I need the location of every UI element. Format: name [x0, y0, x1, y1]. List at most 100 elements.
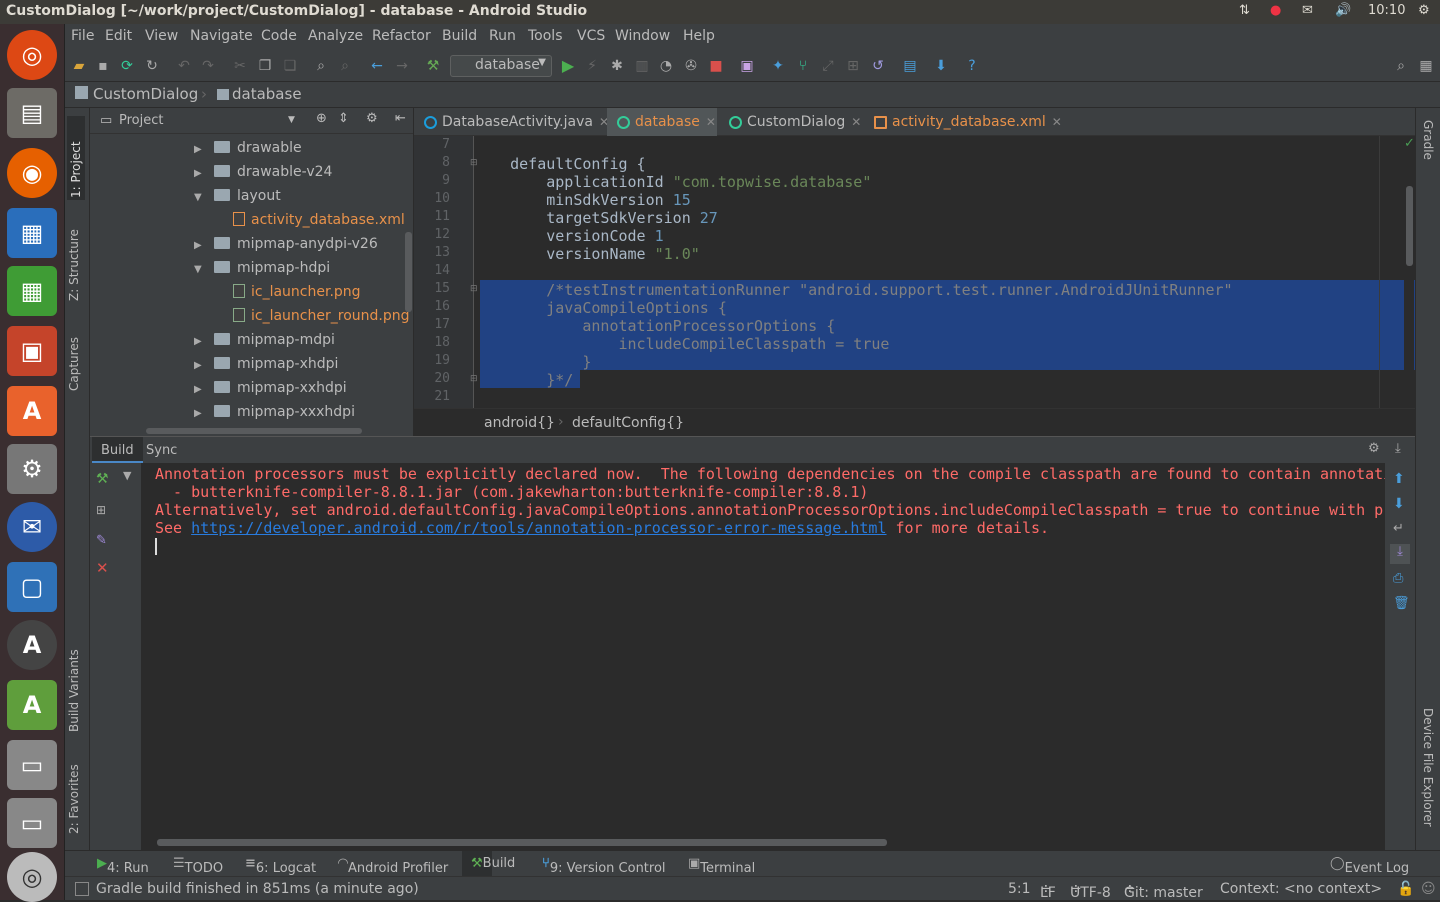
hide-panel-icon[interactable]: ⤓ — [1395, 441, 1401, 456]
status-message[interactable]: Gradle build finished in 851ms (a minute… — [96, 881, 419, 897]
tool-tab-device-file-explorer[interactable]: Device File Explorer — [1421, 708, 1435, 827]
collapse-icon[interactable]: ⇕ — [338, 111, 349, 126]
menu-build[interactable]: Build — [442, 28, 477, 44]
tool-tab-build-variants[interactable]: Build Variants — [67, 632, 81, 732]
tree-item[interactable]: activity_database.xml — [233, 212, 405, 236]
cut-icon[interactable]: ✂ — [231, 57, 249, 75]
stop-icon[interactable]: ■ — [707, 57, 725, 75]
removable-drive-2-icon[interactable]: ▭ — [7, 798, 57, 848]
menu-help[interactable]: Help — [683, 28, 715, 44]
tool-todo[interactable]: ☰ TODO — [173, 856, 223, 876]
file-encoding[interactable]: UTF-8 ÷ — [1070, 881, 1111, 901]
line-separator[interactable]: LF ÷ — [1040, 881, 1056, 901]
pin-icon[interactable]: ⤢ — [819, 57, 837, 75]
menu-refactor[interactable]: Refactor — [372, 28, 431, 44]
tool-run[interactable]: ▶ 4: Run — [97, 856, 149, 876]
project-view-select[interactable]: Project — [119, 113, 163, 128]
tree-item[interactable]: ▶ mipmap-xhdpi — [194, 356, 338, 380]
calc-icon[interactable]: ▦ — [7, 266, 57, 316]
make-hammer-icon[interactable]: ⚒ — [424, 57, 442, 75]
close-icon[interactable]: ✕ — [851, 115, 861, 129]
scroll-to-end-icon[interactable]: ⤓ — [1390, 544, 1410, 564]
sidebar-toggle-icon[interactable]: ▦ — [1417, 57, 1435, 75]
inspection-ok-icon[interactable]: ✓ — [1404, 136, 1415, 151]
structure-icon[interactable]: ⊞ — [844, 57, 862, 75]
profile-icon[interactable]: ◔ — [657, 57, 675, 75]
help-icon[interactable]: ? — [963, 57, 981, 75]
code-area[interactable]: defaultConfig { applicationId "com.topwi… — [474, 136, 1415, 408]
system-settings-icon[interactable]: ⚙ — [7, 444, 57, 494]
replace-icon[interactable]: ⌕ — [336, 57, 354, 75]
tab-custom-dialog[interactable]: CustomDialog ✕ — [719, 108, 864, 136]
menu-file[interactable]: File — [71, 28, 94, 44]
breadcrumb-project[interactable]: CustomDialog — [93, 85, 198, 103]
tool-tab-gradle[interactable]: Gradle — [1421, 120, 1435, 160]
input-method-icon[interactable]: ● — [1270, 3, 1281, 18]
disc-icon[interactable]: ◎ — [7, 852, 57, 902]
sync-icon[interactable]: ⟳ — [118, 57, 136, 75]
tree-item[interactable]: ic_launcher_round.png — [233, 308, 409, 332]
caret-position[interactable]: 5:1 — [1008, 881, 1031, 897]
refresh-icon[interactable]: ↻ — [143, 57, 161, 75]
back-icon[interactable]: ← — [368, 57, 386, 75]
project-horizontal-scrollbar[interactable] — [146, 428, 362, 434]
menu-code[interactable]: Code — [261, 28, 297, 44]
volume-icon[interactable]: 🔊 — [1335, 3, 1351, 18]
menu-run[interactable]: Run — [489, 28, 516, 44]
software-center-icon[interactable]: A — [7, 386, 57, 436]
sdk-manager-icon[interactable]: ⬇ — [932, 57, 950, 75]
breadcrumb-module[interactable]: database — [232, 85, 302, 103]
output-horizontal-scrollbar[interactable] — [157, 839, 887, 846]
virtualbox-icon[interactable]: ▢ — [7, 562, 57, 612]
clock[interactable]: 10:10 — [1368, 3, 1405, 18]
panel-settings-icon[interactable]: ⚙ — [1368, 441, 1380, 456]
tab-database-activity-java[interactable]: DatabaseActivity.java ✕ — [414, 108, 609, 136]
tree-item[interactable]: ▶ mipmap-anydpi-v26 — [194, 236, 378, 260]
attach-process-icon[interactable]: ✦ — [769, 57, 787, 75]
open-folder-icon[interactable]: ▰ — [70, 57, 88, 75]
print-icon[interactable]: ⎙ — [1393, 571, 1403, 586]
undo-icon[interactable]: ↶ — [175, 57, 193, 75]
tree-item[interactable]: ▶ mipmap-mdpi — [194, 332, 335, 356]
up-arrow-icon[interactable]: ⬆ — [1393, 471, 1405, 487]
thunderbird-icon[interactable]: ✉ — [7, 502, 57, 552]
file-manager-icon[interactable]: ▤ — [7, 88, 57, 138]
lock-icon[interactable]: 🔓 — [1397, 881, 1414, 897]
gradle-sync-icon[interactable]: ⑂ — [794, 57, 812, 75]
writer-icon[interactable]: ▦ — [7, 208, 57, 258]
locate-icon[interactable]: ⊕ — [316, 111, 327, 126]
menu-navigate[interactable]: Navigate — [190, 28, 253, 44]
menu-analyze[interactable]: Analyze — [308, 28, 363, 44]
menu-view[interactable]: View — [145, 28, 178, 44]
android-studio-icon[interactable]: A — [7, 680, 57, 730]
trash-icon[interactable]: 🗑 — [1393, 596, 1410, 611]
tree-item[interactable]: ic_launcher.png — [233, 284, 361, 308]
tool-android-profiler[interactable]: ◠ Android Profiler — [338, 856, 448, 876]
search-everywhere-icon[interactable]: ⌕ — [1392, 57, 1410, 75]
expand-tree-icon[interactable]: ▼ — [123, 469, 131, 482]
run-icon[interactable]: ▶ — [559, 57, 577, 75]
redo-icon[interactable]: ↷ — [199, 57, 217, 75]
tree-item[interactable]: ▼ mipmap-hdpi — [194, 260, 330, 284]
tool-tab-structure[interactable]: Z: Structure — [67, 211, 81, 301]
mail-icon[interactable]: ✉ — [1302, 3, 1313, 18]
rebuild-hammer-icon[interactable]: ⚒ — [96, 471, 109, 487]
paste-icon[interactable]: ❏ — [281, 57, 299, 75]
tree-item[interactable]: ▶ drawable — [194, 140, 302, 164]
coverage-icon[interactable]: ▥ — [633, 57, 651, 75]
tool-event-log[interactable]: ◯ Event Log — [1330, 856, 1409, 876]
debug-icon[interactable]: ✱ — [608, 57, 626, 75]
tree-item[interactable]: ▶ mipmap-xxxhdpi — [194, 404, 355, 428]
tool-windows-toggle-icon[interactable] — [75, 882, 89, 896]
ubuntu-logo-icon[interactable]: ◎ — [7, 30, 57, 80]
down-arrow-icon[interactable]: ⬇ — [1393, 496, 1405, 512]
tool-tab-captures[interactable]: Captures — [67, 319, 81, 391]
tab-database[interactable]: database ✕ — [607, 108, 717, 136]
revert-icon[interactable]: ↺ — [869, 57, 887, 75]
menu-window[interactable]: Window — [615, 28, 670, 44]
run-configuration-select[interactable]: database ▼ — [450, 55, 552, 77]
removable-drive-icon[interactable]: ▭ — [7, 740, 57, 790]
forward-icon[interactable]: → — [393, 57, 411, 75]
project-vertical-scrollbar[interactable] — [405, 232, 412, 312]
pin-icon[interactable]: ✎ — [96, 533, 107, 548]
